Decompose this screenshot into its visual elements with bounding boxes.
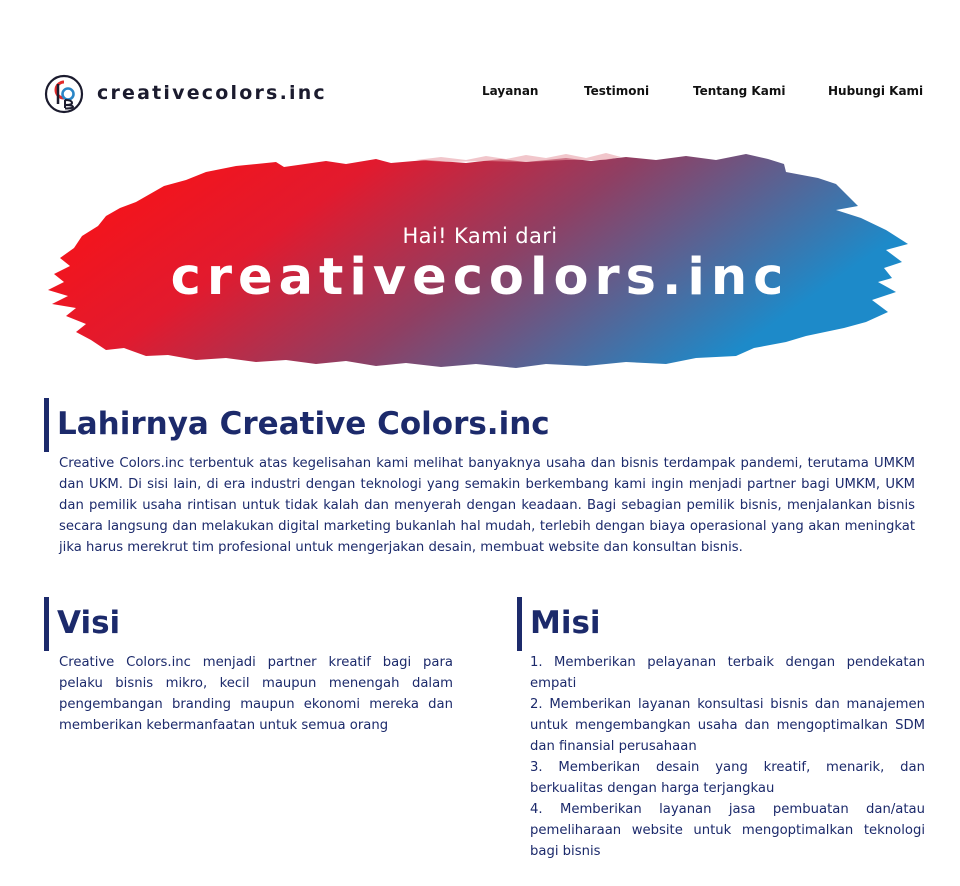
site-header: creativecolors.inc Layanan Testimoni Ten…: [0, 70, 960, 120]
visi-heading: Visi: [57, 605, 121, 641]
nav-hubungi-kami[interactable]: Hubungi Kami: [828, 84, 923, 98]
misi-heading-accent-bar: [517, 597, 522, 651]
misi-item-2: 2. Memberikan layanan konsultasi bisnis …: [530, 697, 925, 754]
visi-heading-accent-bar: [44, 597, 49, 651]
hero-subtitle: Hai! Kami dari: [402, 224, 558, 248]
misi-list: 1. Memberikan pelayanan terbaik dengan p…: [530, 652, 925, 862]
visi-paragraph: Creative Colors.inc menjadi partner krea…: [59, 655, 453, 733]
nav-testimoni[interactable]: Testimoni: [584, 84, 649, 98]
misi-item-3: 3. Memberikan desain yang kreatif, menar…: [530, 760, 925, 796]
misi-heading: Misi: [530, 605, 601, 641]
hero-banner: Hai! Kami dari creativecolors.inc: [46, 150, 914, 376]
about-paragraph: Creative Colors.inc terbentuk atas kegel…: [59, 456, 915, 555]
misi-item-4: 4. Memberikan layanan jasa pembuatan dan…: [530, 802, 925, 859]
hero-title: creativecolors.inc: [170, 248, 790, 307]
creativecolors-logo-icon[interactable]: [44, 74, 84, 114]
nav-tentang-kami[interactable]: Tentang Kami: [693, 84, 785, 98]
about-heading: Lahirnya Creative Colors.inc: [57, 406, 550, 442]
brand-name[interactable]: creativecolors.inc: [97, 82, 327, 104]
about-heading-accent-bar: [44, 398, 49, 452]
misi-item-1: 1. Memberikan pelayanan terbaik dengan p…: [530, 655, 925, 691]
nav-layanan[interactable]: Layanan: [482, 84, 538, 98]
